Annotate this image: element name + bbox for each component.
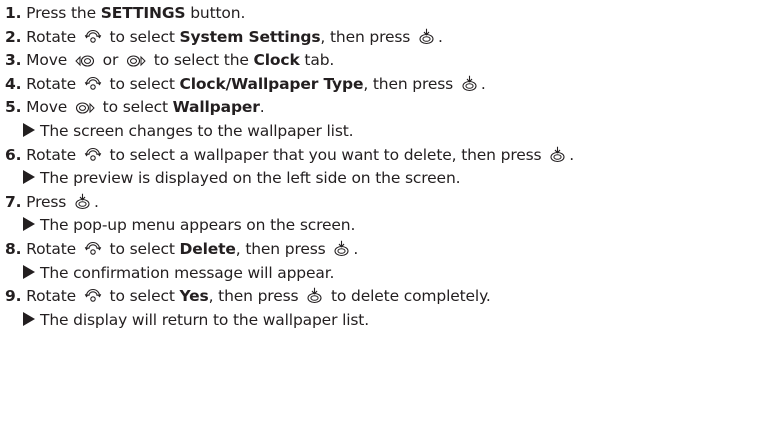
step-text: button. — [185, 4, 246, 22]
result-arrow-icon — [23, 170, 35, 185]
result-text: The display will return to the wallpaper… — [40, 310, 370, 329]
result-text: The pop-up menu appears on the screen. — [40, 216, 356, 235]
step-number: 5. — [5, 98, 22, 117]
interface-dial-rotate-icon — [84, 241, 102, 257]
enter-press-icon — [74, 193, 91, 210]
step-text: to select — [104, 239, 180, 258]
step-9: 9. Rotate to select Yes, then press to d… — [5, 285, 764, 309]
step-text: , then press — [363, 74, 458, 93]
result-arrow-icon — [23, 264, 35, 279]
step-number: 6. — [5, 145, 22, 164]
step-text: to select — [104, 74, 180, 93]
menu-item-label: Yes — [179, 287, 209, 306]
step-text: to select — [104, 287, 180, 306]
move-right-icon — [126, 54, 146, 68]
menu-item-label: System Settings — [179, 27, 321, 46]
menu-item-label: Delete — [179, 239, 236, 258]
move-left-icon — [75, 54, 95, 68]
step-text: to select the — [149, 51, 254, 70]
result-arrow-icon — [23, 311, 35, 326]
step-text: or — [97, 51, 124, 70]
step-text: . — [93, 192, 99, 211]
step-text: Press — [26, 192, 71, 211]
step-1: 1. Press the SETTINGS button. — [5, 2, 764, 26]
step-5: 5. Move to select Wallpaper. — [5, 96, 764, 120]
step-text: Move — [26, 51, 72, 70]
result-text: The screen changes to the wallpaper list… — [40, 121, 354, 140]
interface-dial-rotate-icon — [84, 288, 102, 304]
result-text: The confirmation message will appear. — [40, 263, 335, 282]
step-text: Rotate — [26, 287, 81, 306]
move-right-icon — [75, 101, 95, 115]
step-number: 1. — [5, 4, 22, 22]
enter-press-icon — [418, 28, 435, 45]
step-text: to select a wallpaper that you want to d… — [104, 145, 547, 164]
step-9-result: The display will return to the wallpaper… — [5, 309, 764, 333]
step-6-result: The preview is displayed on the left sid… — [5, 167, 764, 191]
step-8: 8. Rotate to select Delete, then press . — [5, 238, 764, 262]
step-2: 2. Rotate to select System Settings, the… — [5, 26, 764, 50]
step-text: . — [353, 239, 359, 258]
step-text: . — [438, 27, 443, 46]
step-number: 8. — [5, 239, 22, 258]
step-number: 4. — [5, 74, 22, 93]
step-text: . — [569, 145, 574, 164]
step-text: , then press — [208, 287, 304, 306]
settings-button-label: SETTINGS — [100, 4, 186, 22]
result-arrow-icon — [23, 122, 35, 137]
interface-dial-rotate-icon — [84, 29, 102, 45]
interface-dial-rotate-icon — [84, 76, 102, 92]
step-7: 7. Press . — [5, 191, 764, 215]
step-text: tab. — [299, 51, 335, 70]
step-text: to delete completely. — [326, 287, 491, 306]
step-text: , then press — [235, 239, 331, 258]
enter-press-icon — [306, 287, 323, 304]
step-text: Rotate — [26, 145, 81, 164]
step-text: Rotate — [26, 239, 81, 258]
step-number: 3. — [5, 51, 22, 70]
step-3: 3. Move or to select the Clock tab. — [5, 49, 764, 73]
enter-press-icon — [549, 146, 566, 163]
step-5-result: The screen changes to the wallpaper list… — [5, 120, 764, 144]
instruction-document: 1. Press the SETTINGS button. 2. Rotate … — [0, 0, 764, 427]
step-7-result: The pop-up menu appears on the screen. — [5, 214, 764, 238]
step-text: , then press — [320, 27, 415, 46]
menu-item-label: Wallpaper — [172, 98, 260, 117]
menu-item-label: Clock/Wallpaper Type — [179, 74, 364, 93]
step-number: 9. — [5, 287, 22, 306]
enter-press-icon — [461, 75, 478, 92]
step-text: Rotate — [26, 74, 81, 93]
step-text: . — [259, 98, 265, 117]
step-number: 7. — [5, 192, 22, 211]
enter-press-icon — [333, 240, 350, 257]
step-text: to select — [97, 98, 173, 117]
step-8-result: The confirmation message will appear. — [5, 262, 764, 286]
step-text: Move — [26, 98, 72, 117]
result-arrow-icon — [23, 217, 35, 232]
result-text: The preview is displayed on the left sid… — [40, 169, 461, 188]
tab-label: Clock — [253, 51, 300, 70]
step-6: 6. Rotate to select a wallpaper that you… — [5, 144, 764, 168]
step-number: 2. — [5, 27, 22, 46]
step-4: 4. Rotate to select Clock/Wallpaper Type… — [5, 73, 764, 97]
step-text: Press the — [26, 4, 101, 22]
step-text: to select — [104, 27, 180, 46]
step-text: Rotate — [26, 27, 81, 46]
interface-dial-rotate-icon — [84, 147, 102, 163]
step-text: . — [480, 74, 486, 93]
